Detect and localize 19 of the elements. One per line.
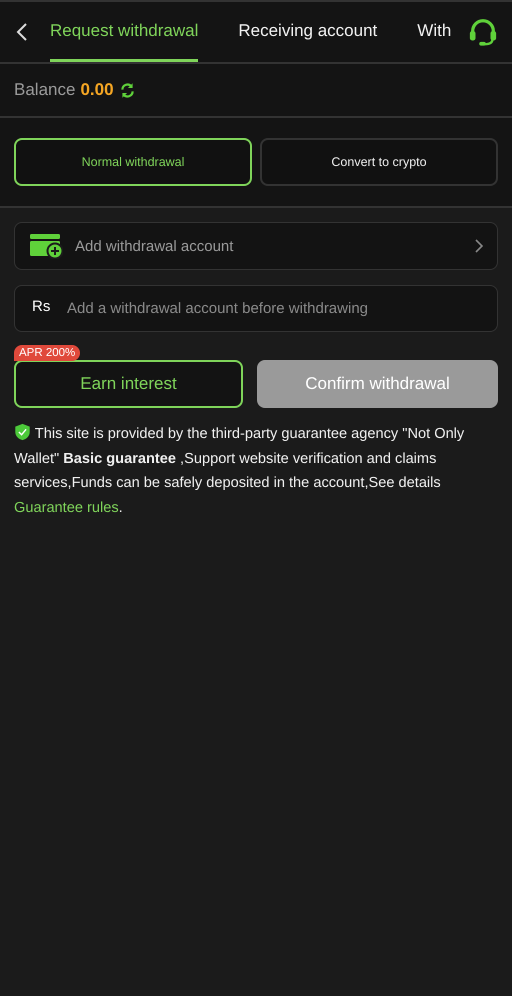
add-account-label: Add withdrawal account — [75, 238, 234, 254]
mode-button[interactable]: Convert to crypto — [260, 138, 498, 186]
earn-interest-button[interactable]: Earn interest — [14, 360, 243, 408]
wallet-add-icon — [29, 233, 63, 259]
guarantee-rules-link[interactable]: Guarantee rules — [14, 500, 119, 516]
shield-check-icon — [14, 423, 31, 441]
currency-symbol: Rs — [32, 298, 50, 315]
guarantee-notice: This site is provided by the third-party guarantee agency "Not Only Wallet" Basic guarantee ,Support website verification and claims services,Funds can be safely deposited in the account,See details Guarantee rules. — [14, 422, 492, 520]
add-account-row[interactable]: Add withdrawal account — [14, 222, 498, 270]
apr-badge: APR 200% — [14, 345, 80, 361]
balance-amount: 0.00 — [80, 80, 114, 100]
tab[interactable]: With — [417, 2, 454, 62]
refresh-icon[interactable] — [118, 82, 136, 98]
tab[interactable]: Receiving account — [238, 2, 378, 62]
chevron-right-icon — [475, 239, 483, 253]
back-icon[interactable] — [16, 22, 28, 42]
headset-icon[interactable] — [468, 17, 498, 47]
balance-label: Balance — [14, 80, 76, 100]
mode-button[interactable]: Normal withdrawal — [14, 138, 252, 186]
